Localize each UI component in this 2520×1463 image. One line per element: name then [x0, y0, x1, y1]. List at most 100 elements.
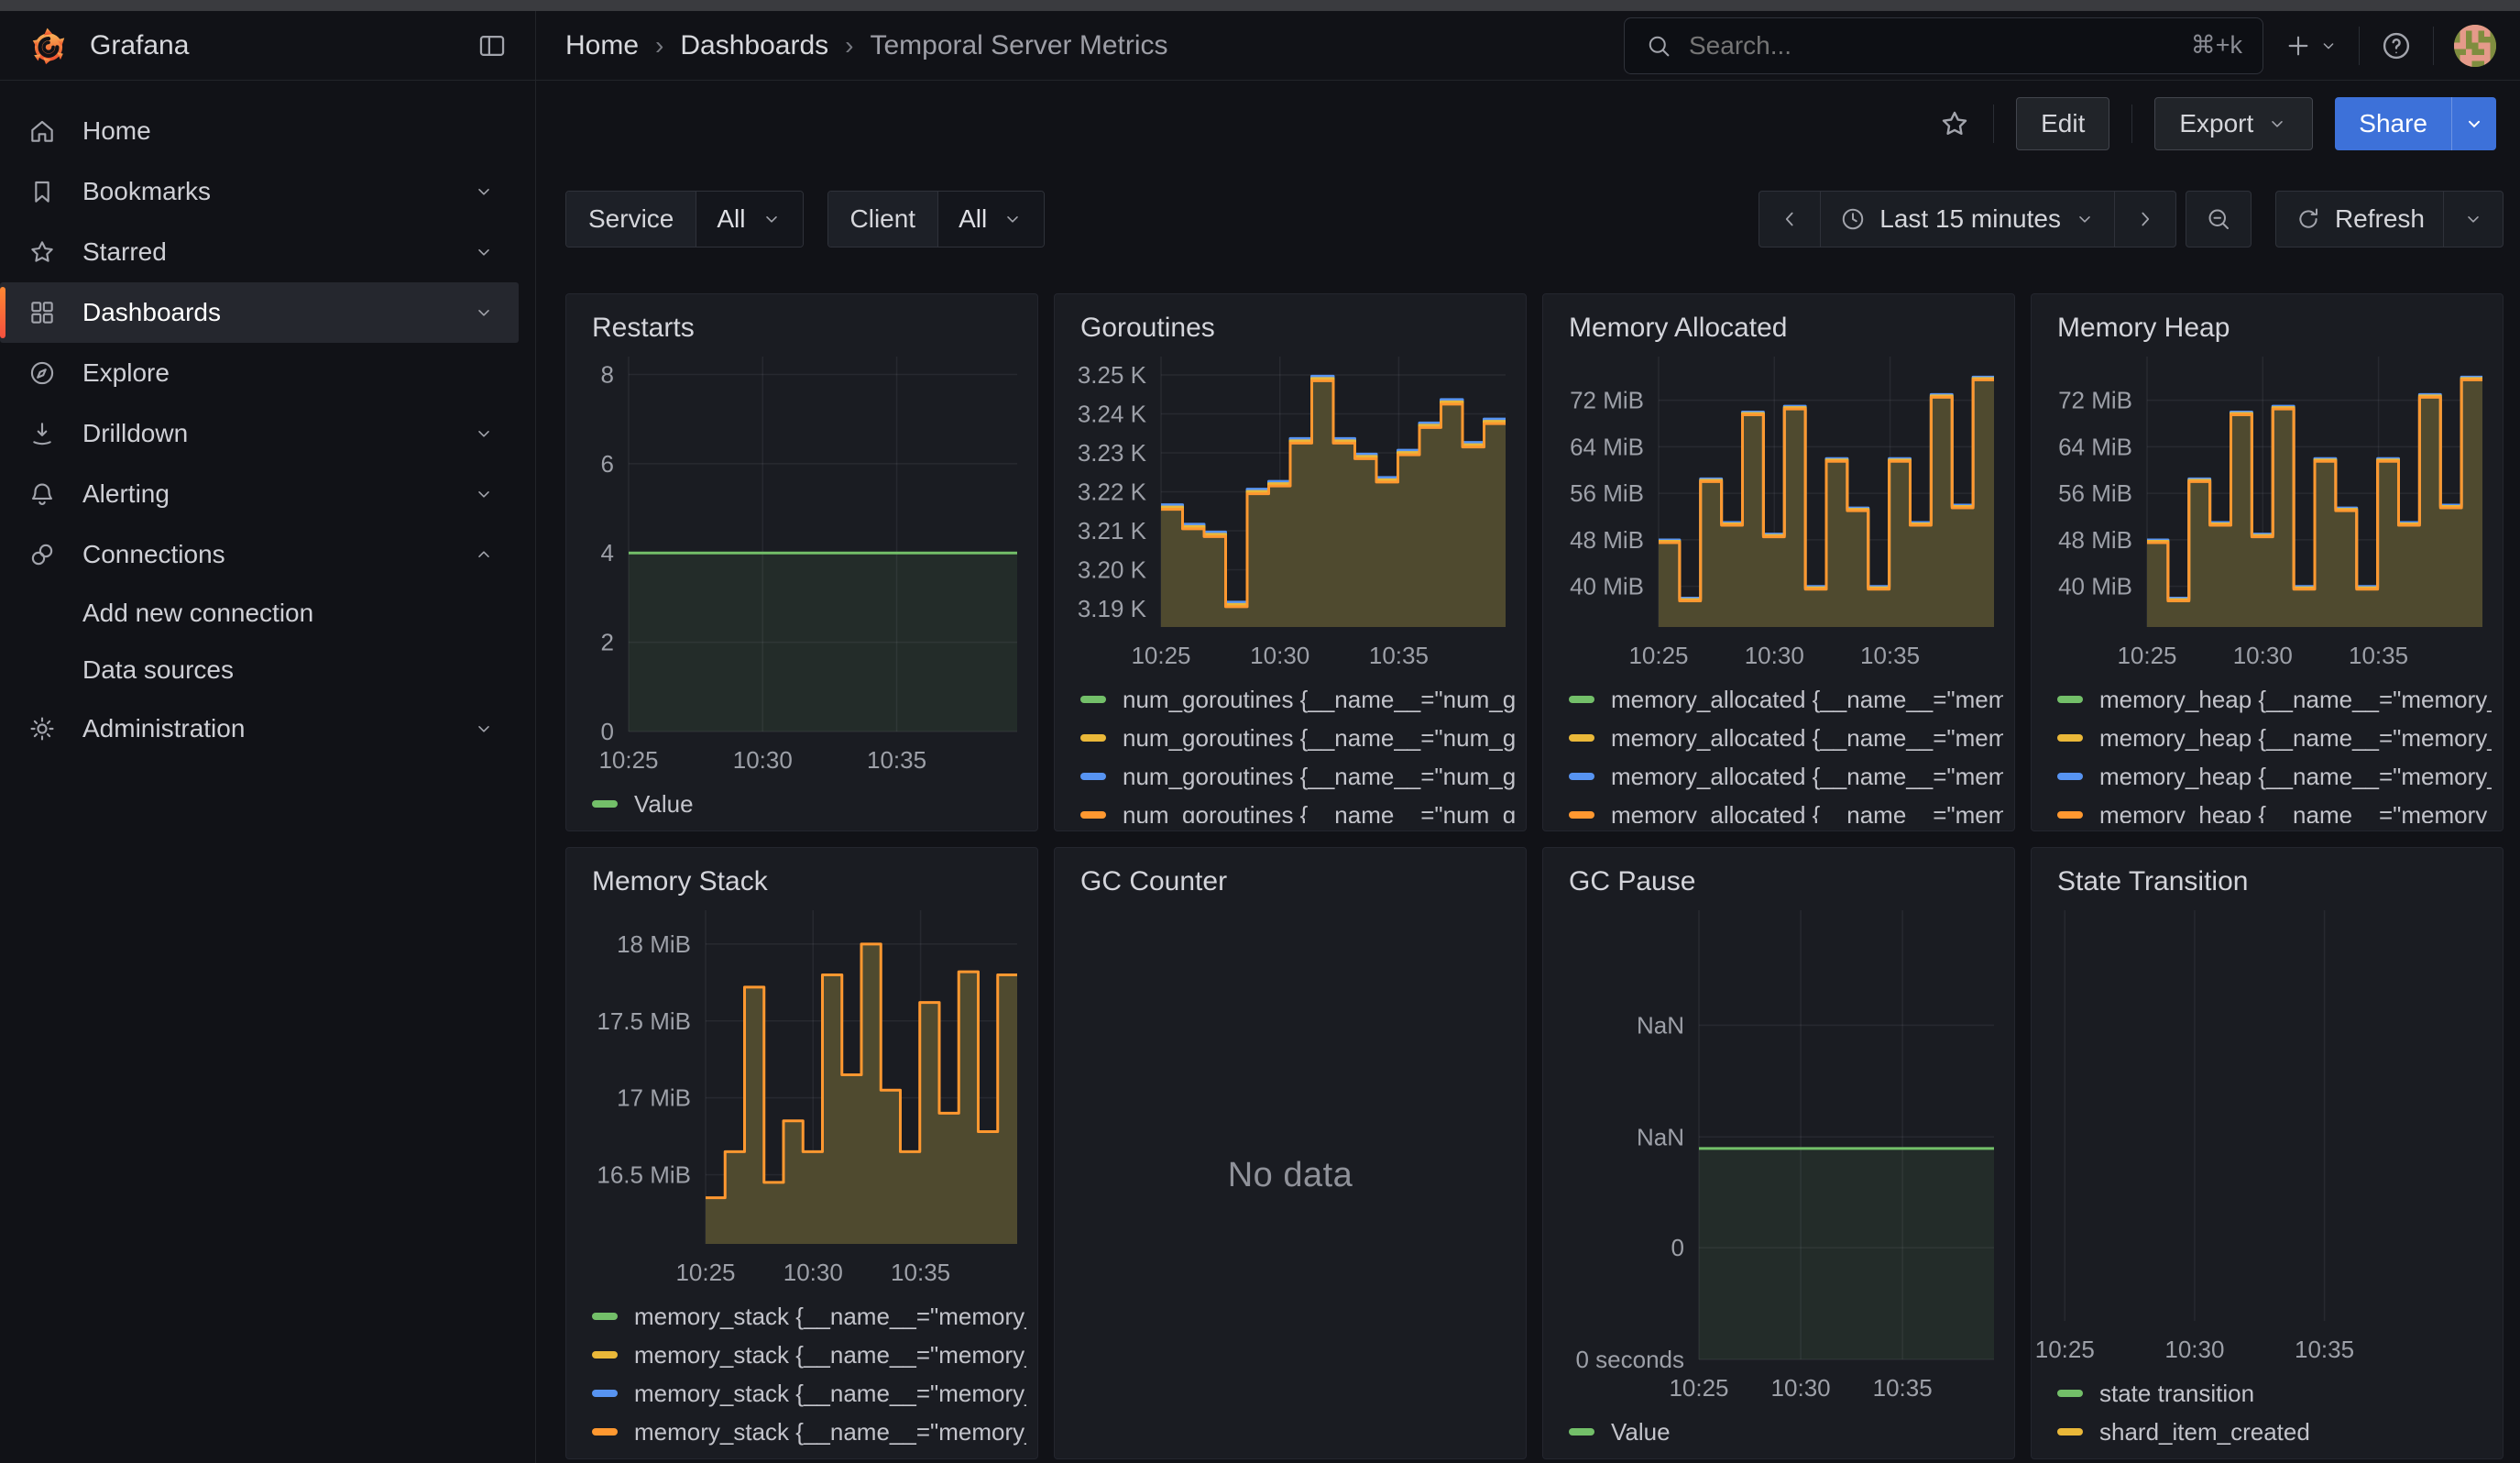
- sidebar-item-label: Dashboards: [82, 298, 221, 327]
- export-button[interactable]: Export: [2154, 97, 2313, 150]
- breadcrumb-separator: ›: [655, 31, 663, 60]
- time-back-button[interactable]: [1759, 191, 1821, 248]
- legend-item[interactable]: memory_allocated {__name__="memo: [1569, 796, 2003, 823]
- series-color-swatch: [2057, 734, 2083, 742]
- time-forward-button[interactable]: [2114, 191, 2176, 248]
- search-box[interactable]: ⌘+k: [1624, 17, 2263, 74]
- link-icon: [27, 540, 57, 569]
- panel-title[interactable]: State Transition: [2057, 866, 2492, 897]
- legend-label: memory_allocated {__name__="memo: [1611, 686, 2003, 714]
- sidebar-item-alerting[interactable]: Alerting: [0, 464, 519, 524]
- no-data-message: No data: [1066, 899, 1515, 1451]
- sidebar-toggle-icon[interactable]: [477, 30, 508, 61]
- legend-item[interactable]: memory_allocated {__name__="memo: [1569, 757, 2003, 796]
- brand-title: Grafana: [90, 30, 189, 61]
- svg-text:10:30: 10:30: [1250, 642, 1309, 669]
- series-color-swatch: [592, 1351, 618, 1358]
- legend-label: memory_heap {__name__="memory_h: [2099, 724, 2492, 753]
- search-input[interactable]: [1687, 30, 2176, 61]
- legend-item[interactable]: num_goroutines {__name__="num_go: [1080, 719, 1515, 757]
- legend-label: memory_stack {__name__="memory_s: [634, 1418, 1026, 1446]
- goroutines-time-series-chart[interactable]: 3.19 K3.20 K3.21 K3.22 K3.23 K3.24 K3.25…: [1066, 346, 1515, 673]
- time-controls: Last 15 minutes Refresh: [1759, 191, 2504, 248]
- panel-title[interactable]: Memory Heap: [2057, 313, 2492, 344]
- legend-item[interactable]: memory_heap {__name__="memory_h: [2057, 757, 2492, 796]
- sidebar-item-dashboards[interactable]: Dashboards: [0, 282, 519, 343]
- service-filter-value[interactable]: All: [696, 192, 802, 247]
- add-new-button[interactable]: [2284, 31, 2339, 60]
- legend-label: num_goroutines {__name__="num_go: [1123, 724, 1515, 753]
- legend-item[interactable]: Value: [1569, 1413, 2003, 1451]
- legend-item[interactable]: memory_heap {__name__="memory_h: [2057, 796, 2492, 823]
- legend-item[interactable]: Value: [592, 785, 1026, 823]
- zoom-out-button[interactable]: [2186, 191, 2252, 248]
- memory-stack-time-series-chart[interactable]: 16.5 MiB17 MiB17.5 MiB18 MiB10:2510:3010…: [577, 899, 1026, 1290]
- legend-item[interactable]: shard_item_created: [2057, 1413, 2492, 1451]
- sidebar-item-explore[interactable]: Explore: [0, 343, 519, 403]
- svg-text:10:35: 10:35: [1860, 642, 1920, 669]
- svg-text:0 seconds: 0 seconds: [1575, 1346, 1684, 1373]
- legend-item[interactable]: state transition: [2057, 1374, 2492, 1413]
- svg-text:17 MiB: 17 MiB: [617, 1084, 691, 1112]
- legend-item[interactable]: memory_allocated {__name__="memo: [1569, 680, 2003, 719]
- sidebar-subitem-data-sources[interactable]: Data sources: [0, 642, 535, 698]
- legend-item[interactable]: memory_stack {__name__="memory_s: [592, 1336, 1026, 1374]
- user-avatar[interactable]: [2454, 25, 2496, 67]
- breadcrumb-home[interactable]: Home: [565, 30, 639, 61]
- sidebar-item-drilldown[interactable]: Drilldown: [0, 403, 519, 464]
- share-dropdown-chevron-icon[interactable]: [2452, 113, 2496, 135]
- legend-item[interactable]: num_goroutines {__name__="num_go: [1080, 757, 1515, 796]
- panel-title[interactable]: Goroutines: [1080, 313, 1515, 344]
- legend-label: memory_heap {__name__="memory_h: [2099, 801, 2492, 824]
- sidebar-item-administration[interactable]: Administration: [0, 698, 519, 759]
- panel-title[interactable]: GC Pause: [1569, 866, 2003, 897]
- svg-text:56 MiB: 56 MiB: [1570, 479, 1644, 507]
- sidebar-item-home[interactable]: Home: [0, 101, 519, 161]
- sidebar-subitem-add-new-connection[interactable]: Add new connection: [0, 585, 535, 642]
- sidebar-item-bookmarks[interactable]: Bookmarks: [0, 161, 519, 222]
- legend: memory_heap {__name__="memory_h memory_he…: [2057, 680, 2492, 823]
- refresh-button[interactable]: Refresh: [2275, 191, 2444, 248]
- gc-pause-time-series-chart[interactable]: NaNNaN00 seconds10:2510:3010:35: [1554, 899, 2003, 1405]
- legend-item[interactable]: memory_stack {__name__="memory_s: [592, 1413, 1026, 1451]
- refresh-interval-chevron-icon[interactable]: [2443, 191, 2504, 248]
- svg-text:40 MiB: 40 MiB: [2058, 573, 2132, 600]
- legend-item[interactable]: memory_heap {__name__="memory_h: [2057, 680, 2492, 719]
- edit-button[interactable]: Edit: [2016, 97, 2109, 150]
- sidebar-item-connections[interactable]: Connections: [0, 524, 519, 585]
- legend-item[interactable]: memory_stack {__name__="memory_s: [592, 1374, 1026, 1413]
- favorite-star-icon[interactable]: [1938, 107, 1971, 140]
- grid-icon: [27, 298, 57, 327]
- share-button[interactable]: Share: [2335, 97, 2496, 150]
- restarts-time-series-chart[interactable]: 0246810:2510:3010:35: [577, 346, 1026, 777]
- breadcrumb-dashboards[interactable]: Dashboards: [680, 30, 828, 61]
- time-range-picker[interactable]: Last 15 minutes: [1820, 191, 2115, 248]
- memory-heap-time-series-chart[interactable]: 40 MiB48 MiB56 MiB64 MiB72 MiB10:2510:30…: [2043, 346, 2492, 673]
- sidebar-item-label: Drilldown: [82, 419, 188, 448]
- client-filter-value[interactable]: All: [938, 192, 1044, 247]
- svg-text:10:25: 10:25: [598, 746, 658, 774]
- legend-item[interactable]: num_goroutines {__name__="num_go: [1080, 796, 1515, 823]
- legend-label: memory_stack {__name__="memory_s: [634, 1341, 1026, 1370]
- sidebar: HomeBookmarksStarred Dashboards Explore Dri…: [0, 81, 536, 1463]
- memory-allocated-time-series-chart[interactable]: 40 MiB48 MiB56 MiB64 MiB72 MiB10:2510:30…: [1554, 346, 2003, 673]
- panel-grid: Restarts 0246810:2510:3010:35 Value Goro…: [565, 293, 2504, 1459]
- svg-text:10:30: 10:30: [783, 1259, 843, 1286]
- panel-title[interactable]: GC Counter: [1080, 866, 1515, 897]
- panel-title[interactable]: Memory Stack: [592, 866, 1026, 897]
- service-filter: Service All: [565, 191, 804, 248]
- help-icon[interactable]: [2380, 29, 2413, 62]
- panel-title[interactable]: Restarts: [592, 313, 1026, 344]
- sidebar-item-starred[interactable]: Starred: [0, 222, 519, 282]
- divider: [2433, 27, 2434, 65]
- legend-item[interactable]: num_goroutines {__name__="num_go: [1080, 680, 1515, 719]
- legend-item[interactable]: memory_allocated {__name__="memo: [1569, 719, 2003, 757]
- legend-item[interactable]: memory_stack {__name__="memory_s: [592, 1297, 1026, 1336]
- grafana-logo-icon[interactable]: [27, 25, 70, 67]
- legend-item[interactable]: memory_heap {__name__="memory_h: [2057, 719, 2492, 757]
- series-color-swatch: [1569, 773, 1594, 780]
- legend: Value: [1569, 1413, 2003, 1451]
- svg-text:72 MiB: 72 MiB: [1570, 387, 1644, 414]
- state-transition-time-series-chart[interactable]: 10:2510:3010:35: [2031, 899, 2495, 1367]
- panel-title[interactable]: Memory Allocated: [1569, 313, 2003, 344]
